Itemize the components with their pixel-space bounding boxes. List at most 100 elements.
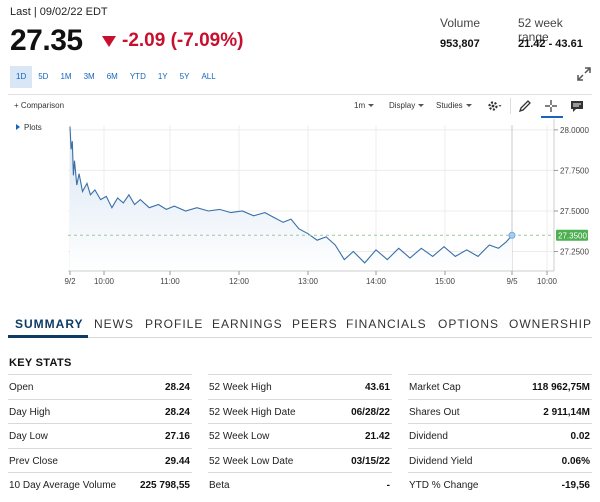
studies-label: Studies: [436, 101, 463, 110]
tab-summary[interactable]: SUMMARY: [15, 317, 84, 331]
stat-label: YTD % Change: [409, 480, 479, 492]
stat-row: Shares Out 2 911,14M: [408, 398, 592, 424]
volume-value: 953,807: [440, 38, 480, 50]
stat-row: 52 Week High Date 06/28/22: [208, 398, 392, 424]
key-stats-column: 52 Week High 43.61 52 Week High Date 06/28…: [208, 374, 392, 497]
tab-financials[interactable]: FINANCIALS: [346, 317, 427, 331]
price-change: -2.09 (-7.09%): [102, 30, 243, 52]
quote-tabs: SUMMARY NEWS PROFILE EARNINGS PEERS FINA…: [8, 312, 592, 338]
stat-label: Open: [9, 382, 34, 393]
range-button-ytd[interactable]: YTD: [124, 66, 152, 88]
range-button-5y[interactable]: 5Y: [174, 66, 196, 88]
down-arrow-icon: [102, 35, 116, 47]
stat-label: Day High: [9, 406, 51, 418]
tab-profile[interactable]: PROFILE: [145, 317, 203, 331]
key-stats-title: KEY STATS: [9, 357, 72, 369]
tab-peers[interactable]: PEERS: [292, 317, 338, 331]
stat-value: 0.06%: [561, 455, 590, 467]
comparison-button[interactable]: + Comparison: [14, 101, 64, 110]
range-button-3m[interactable]: 3M: [78, 66, 101, 88]
stat-value: -19,56: [561, 480, 590, 492]
chart-toolbar: + Comparison 1m Display Studies: [8, 95, 592, 119]
stat-value: 28.24: [164, 406, 190, 418]
chart-canvas[interactable]: 28.0000 27.7500 27.5000 27.2500 27.3500 9/2 10…: [8, 119, 592, 293]
stat-value: 29.44: [164, 455, 190, 467]
range-button-1m[interactable]: 1M: [54, 66, 77, 88]
stat-row: Open 28.24: [8, 374, 192, 399]
y-tick-label: 27.5000: [560, 207, 589, 216]
last-price-dot: [508, 231, 516, 239]
price-change-value: -2.09 (-7.09%): [122, 30, 244, 51]
range-button-1d[interactable]: 1D: [10, 66, 33, 88]
display-label: Display: [389, 101, 416, 110]
x-tick-label: 9/2: [64, 277, 76, 286]
crosshair-active-indicator: [541, 116, 563, 118]
stat-value: 225 798,55: [139, 480, 190, 492]
x-tick-label: 10:00: [94, 277, 115, 286]
stat-label: Day Low: [9, 431, 48, 443]
stat-label: Shares Out: [409, 406, 460, 418]
quote-header: Last | 09/02/22 EDT 27.35 -2.09 (-7.09%)…: [8, 4, 592, 60]
x-tick-label: 9/5: [506, 277, 518, 286]
stat-row: 52 Week High 43.61: [208, 374, 392, 399]
stat-row: 52 Week Low 21.42: [208, 423, 392, 448]
key-stats-column: Market Cap 118 962,75M Shares Out 2 911,14…: [408, 374, 592, 497]
price-area: [70, 126, 512, 271]
tab-ownership[interactable]: OWNERSHIP: [509, 317, 592, 331]
interval-dropdown[interactable]: 1m: [354, 101, 375, 110]
y-tick-label: 27.7500: [560, 166, 589, 175]
y-tick-label: 27.2500: [560, 248, 589, 257]
stat-row: 10 Day Average Volume 225 798,55: [8, 472, 192, 497]
chevron-down-icon: [418, 104, 425, 108]
stat-value: 2 911,14M: [543, 406, 590, 418]
range-button-5d[interactable]: 5D: [32, 66, 54, 88]
stat-row: YTD % Change -19,56: [408, 472, 592, 497]
stat-label: 52 Week High: [209, 382, 272, 393]
stat-label: 10 Day Average Volume: [9, 480, 117, 492]
x-tick-label: 13:00: [298, 277, 319, 286]
tab-news[interactable]: NEWS: [94, 317, 134, 331]
stat-value: 43.61: [364, 382, 390, 393]
x-tick-label: 10:00: [537, 277, 558, 286]
interval-value: 1m: [354, 101, 366, 110]
stat-row: Market Cap 118 962,75M: [408, 374, 592, 399]
stat-label: Market Cap: [409, 382, 461, 393]
volume-label: Volume: [440, 16, 481, 30]
draw-pencil-icon[interactable]: [517, 98, 533, 114]
range-button-6m[interactable]: 6M: [101, 66, 124, 88]
stat-value: 28.24: [164, 382, 190, 393]
key-stats-column: Open 28.24 Day High 28.24 Day Low 27.16 Pre…: [8, 374, 192, 497]
stat-label: Dividend Yield: [409, 455, 473, 467]
gear-icon[interactable]: [486, 98, 502, 114]
studies-dropdown[interactable]: Studies: [436, 101, 472, 110]
expand-icon[interactable]: [576, 66, 592, 82]
stat-label: 52 Week Low Date: [209, 455, 294, 467]
last-price: 27.35: [10, 24, 83, 57]
stat-value: 27.16: [164, 431, 190, 443]
stat-row: Day High 28.24: [8, 398, 192, 424]
chevron-down-icon: [368, 104, 375, 108]
range-button-all[interactable]: ALL: [195, 66, 221, 88]
stat-value: -: [386, 480, 390, 492]
stat-row: Beta -: [208, 472, 392, 497]
comment-icon[interactable]: [569, 98, 585, 114]
stat-row: Prev Close 29.44: [8, 447, 192, 473]
y-tick-label: 28.0000: [560, 126, 589, 135]
x-tick-label: 12:00: [229, 277, 250, 286]
price-chart: + Comparison 1m Display Studies Plots 28…: [8, 94, 592, 292]
x-tick-label: 14:00: [366, 277, 387, 286]
active-tab-indicator: [8, 335, 88, 338]
stat-row: Dividend 0.02: [408, 423, 592, 448]
stat-value: 06/28/22: [351, 406, 390, 418]
crosshair-icon[interactable]: [543, 98, 559, 114]
time-range-selector: 1D 5D 1M 3M 6M YTD 1Y 5Y ALL: [10, 66, 222, 88]
display-dropdown[interactable]: Display: [389, 101, 425, 110]
range-button-1y[interactable]: 1Y: [152, 66, 174, 88]
tab-options[interactable]: OPTIONS: [438, 317, 499, 331]
x-tick-label: 11:00: [160, 277, 180, 286]
stat-label: 52 Week High Date: [209, 406, 296, 418]
stat-value: 0.02: [570, 431, 590, 443]
last-price-tag-label: 27.3500: [558, 231, 587, 240]
tab-earnings[interactable]: EARNINGS: [212, 317, 283, 331]
range-value: 21.42 - 43.61: [518, 38, 583, 50]
